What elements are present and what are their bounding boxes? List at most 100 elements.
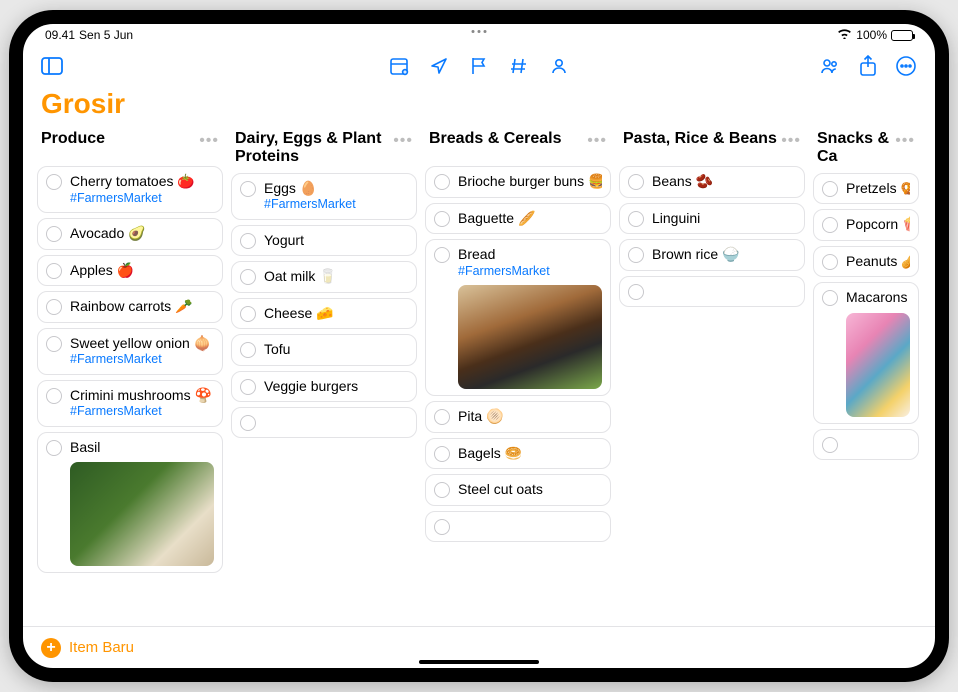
home-indicator[interactable]	[419, 660, 539, 664]
column-more-button[interactable]: •••	[895, 130, 915, 150]
add-item-button[interactable]: Item Baru	[69, 639, 134, 656]
item-label: Sweet yellow onion 🧅	[70, 335, 214, 353]
item-tag[interactable]: #FarmersMarket	[70, 352, 214, 368]
checkbox-circle[interactable]	[822, 254, 838, 270]
list-item[interactable]: Macarons	[813, 282, 919, 424]
item-tag[interactable]: #FarmersMarket	[458, 264, 602, 280]
assign-button[interactable]	[544, 51, 574, 81]
checkbox-circle[interactable]	[240, 181, 256, 197]
checkbox-circle[interactable]	[240, 269, 256, 285]
list-item[interactable]: Avocado 🥑	[37, 218, 223, 250]
tag-button[interactable]	[504, 51, 534, 81]
checkbox-circle[interactable]	[822, 290, 838, 306]
list-item[interactable]: Rainbow carrots 🥕	[37, 291, 223, 323]
item-body: Basil	[70, 439, 214, 567]
item-label: Yogurt	[264, 232, 408, 250]
list-item[interactable]: Eggs 🥚#FarmersMarket	[231, 173, 417, 220]
checkbox-circle[interactable]	[434, 247, 450, 263]
checkbox-circle[interactable]	[240, 233, 256, 249]
list-item[interactable]: Apples 🍎	[37, 255, 223, 287]
column-more-button[interactable]: •••	[781, 130, 801, 150]
checkbox-circle[interactable]	[628, 247, 644, 263]
empty-item[interactable]	[619, 276, 805, 307]
list-item[interactable]: Tofu	[231, 334, 417, 366]
list-item[interactable]: Linguini	[619, 203, 805, 235]
list-item[interactable]: Beans 🫘	[619, 166, 805, 198]
sidebar-toggle-button[interactable]	[37, 51, 67, 81]
checkbox-circle[interactable]	[240, 342, 256, 358]
checkbox-circle[interactable]	[46, 299, 62, 315]
checkbox-circle[interactable]	[46, 336, 62, 352]
item-label: Popcorn 🍿	[846, 216, 910, 234]
list-item[interactable]: Cherry tomatoes 🍅#FarmersMarket	[37, 166, 223, 213]
columns-board[interactable]: Produce•••Cherry tomatoes 🍅#FarmersMarke…	[23, 126, 935, 626]
list-item[interactable]: Steel cut oats	[425, 474, 611, 506]
checkbox-circle[interactable]	[822, 217, 838, 233]
checkbox-circle[interactable]	[46, 226, 62, 242]
item-tag[interactable]: #FarmersMarket	[70, 191, 214, 207]
share-button[interactable]	[853, 51, 883, 81]
list-item[interactable]: Pretzels 🥨	[813, 173, 919, 205]
item-label: Linguini	[652, 210, 796, 228]
checkbox-circle[interactable]	[822, 181, 838, 197]
list-item[interactable]: Sweet yellow onion 🧅#FarmersMarket	[37, 328, 223, 375]
location-button[interactable]	[424, 51, 454, 81]
list-item[interactable]: Brown rice 🍚	[619, 239, 805, 271]
status-date: Sen 5 Jun	[79, 28, 133, 42]
collaborate-button[interactable]	[815, 51, 845, 81]
add-item-icon[interactable]: +	[41, 638, 61, 658]
checkbox-circle[interactable]	[434, 409, 450, 425]
calendar-button[interactable]	[384, 51, 414, 81]
checkbox-circle[interactable]	[434, 482, 450, 498]
checkbox-circle[interactable]	[240, 415, 256, 431]
checkbox-circle[interactable]	[434, 211, 450, 227]
checkbox-circle[interactable]	[240, 306, 256, 322]
column-more-button[interactable]: •••	[199, 130, 219, 150]
item-tag[interactable]: #FarmersMarket	[264, 197, 408, 213]
item-body: Rainbow carrots 🥕	[70, 298, 214, 316]
list-item[interactable]: Oat milk 🥛	[231, 261, 417, 293]
status-time: 09.41	[45, 28, 75, 42]
more-button[interactable]	[891, 51, 921, 81]
checkbox-circle[interactable]	[240, 379, 256, 395]
column-more-button[interactable]: •••	[393, 130, 413, 150]
list-item[interactable]: Peanuts 🥜	[813, 246, 919, 278]
checkbox-circle[interactable]	[46, 174, 62, 190]
list-item[interactable]: Baguette 🥖	[425, 203, 611, 235]
item-thumbnail[interactable]	[458, 285, 602, 389]
item-label: Bread	[458, 246, 602, 264]
list-item[interactable]: Cheese 🧀	[231, 298, 417, 330]
list-item[interactable]: Brioche burger buns 🍔	[425, 166, 611, 198]
list-item[interactable]: Popcorn 🍿	[813, 209, 919, 241]
list-item[interactable]: Basil	[37, 432, 223, 574]
item-thumbnail[interactable]	[70, 462, 214, 566]
list-item[interactable]: Veggie burgers	[231, 371, 417, 403]
checkbox-circle[interactable]	[46, 263, 62, 279]
checkbox-circle[interactable]	[628, 284, 644, 300]
column-header: Snacks & Ca•••	[813, 126, 919, 173]
empty-item[interactable]	[425, 511, 611, 542]
checkbox-circle[interactable]	[628, 174, 644, 190]
checkbox-circle[interactable]	[434, 174, 450, 190]
device-frame: 09.41 Sen 5 Jun 100%	[9, 10, 949, 682]
item-body: Brown rice 🍚	[652, 246, 796, 264]
item-body: Brioche burger buns 🍔	[458, 173, 602, 191]
column-more-button[interactable]: •••	[587, 130, 607, 150]
checkbox-circle[interactable]	[628, 211, 644, 227]
empty-item[interactable]	[231, 407, 417, 438]
item-tag[interactable]: #FarmersMarket	[70, 404, 214, 420]
list-item[interactable]: Pita 🫓	[425, 401, 611, 433]
list-item[interactable]: Bagels 🥯	[425, 438, 611, 470]
empty-item[interactable]	[813, 429, 919, 460]
checkbox-circle[interactable]	[434, 446, 450, 462]
checkbox-circle[interactable]	[434, 519, 450, 535]
list-item[interactable]: Crimini mushrooms 🍄#FarmersMarket	[37, 380, 223, 427]
checkbox-circle[interactable]	[46, 440, 62, 456]
checkbox-circle[interactable]	[46, 388, 62, 404]
list-item[interactable]: Yogurt	[231, 225, 417, 257]
item-body: Cherry tomatoes 🍅#FarmersMarket	[70, 173, 214, 206]
flag-button[interactable]	[464, 51, 494, 81]
list-item[interactable]: Bread#FarmersMarket	[425, 239, 611, 396]
item-thumbnail[interactable]	[846, 313, 910, 417]
checkbox-circle[interactable]	[822, 437, 838, 453]
